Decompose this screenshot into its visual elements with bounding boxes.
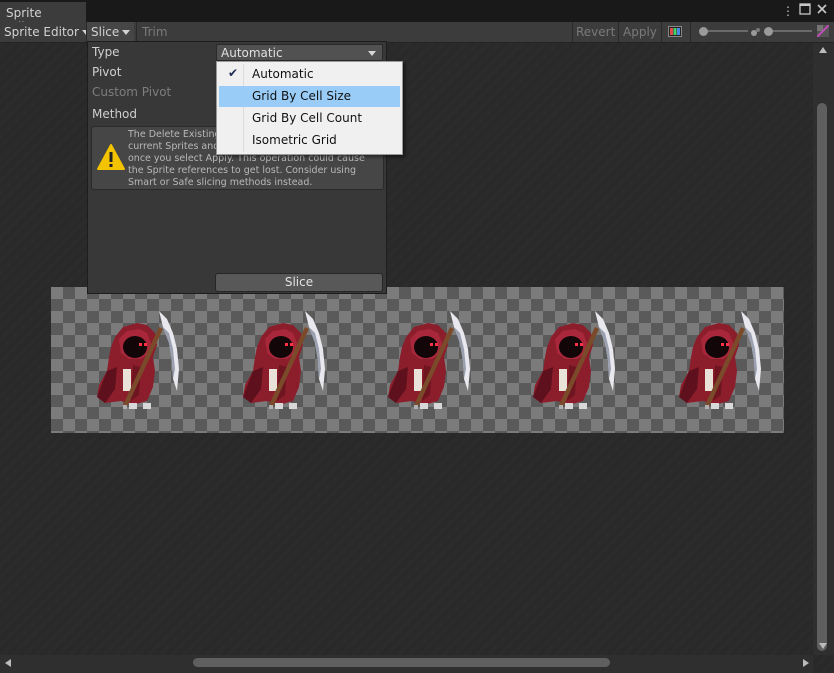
grim-reaper-sprite [97, 311, 179, 409]
color-channels-icon[interactable] [668, 26, 682, 40]
type-value: Automatic [221, 46, 283, 60]
vertical-scrollbar[interactable] [813, 43, 834, 655]
window-tab-bar: Sprite Editor ⋮ [0, 0, 834, 34]
check-icon: ✔ [228, 66, 239, 80]
warning-text-line: Smart or Safe slicing methods instead. [128, 177, 313, 188]
menu-item-label: Automatic [252, 67, 314, 81]
mipmap-icon [751, 26, 761, 40]
slice-button[interactable]: Slice [215, 273, 383, 292]
toolbar-divider [690, 22, 691, 42]
type-dropdown-menu: ✔ Automatic Grid By Cell Size Grid By Ce… [216, 61, 403, 155]
menu-item-grid-by-cell-count[interactable]: Grid By Cell Count [219, 108, 400, 129]
window-tab[interactable]: Sprite Editor [0, 2, 86, 34]
close-icon[interactable] [814, 3, 830, 19]
zoom-slider-handle[interactable] [764, 27, 773, 36]
grim-reaper-sprite [243, 311, 325, 409]
scroll-down-arrow-icon[interactable] [819, 643, 827, 649]
menu-item-automatic[interactable]: ✔ Automatic [219, 64, 400, 85]
slice-label: Slice [91, 25, 120, 39]
horizontal-scrollbar[interactable] [0, 655, 813, 673]
alpha-slider-track[interactable] [703, 30, 748, 32]
grim-reaper-sprite [679, 311, 761, 409]
horizontal-scroll-thumb[interactable] [193, 658, 610, 667]
grim-reaper-sprite [388, 311, 470, 409]
grim-reaper-sprite [533, 311, 615, 409]
alpha-icon[interactable] [816, 24, 830, 40]
custom-pivot-label: Custom Pivot [92, 85, 172, 99]
type-label: Type [92, 45, 120, 59]
toolbar: Sprite Editor Slice Trim Revert Apply [0, 22, 834, 43]
type-select[interactable]: Automatic [216, 44, 383, 61]
apply-button[interactable]: Apply [619, 22, 661, 42]
trim-button[interactable]: Trim [138, 22, 172, 42]
sprite-sheet[interactable] [51, 287, 784, 433]
menu-item-isometric-grid[interactable]: Isometric Grid [219, 130, 400, 151]
menu-item-grid-by-cell-size[interactable]: Grid By Cell Size [219, 86, 400, 107]
more-vert-icon[interactable]: ⋮ [780, 3, 796, 19]
pivot-label: Pivot [92, 65, 122, 79]
alpha-slider-handle[interactable] [699, 27, 708, 36]
maximize-icon[interactable] [797, 3, 813, 19]
scroll-up-arrow-icon[interactable] [819, 47, 827, 53]
method-label: Method [92, 107, 138, 121]
toolbar-divider [136, 22, 137, 42]
menu-item-label: Grid By Cell Size [252, 89, 352, 103]
warning-icon [96, 143, 126, 171]
scroll-right-arrow-icon[interactable] [803, 659, 809, 667]
warning-text-line: the Sprite references to get lost. Consi… [128, 165, 356, 176]
mode-dropdown[interactable]: Sprite Editor [0, 22, 94, 42]
slice-dropdown[interactable]: Slice [87, 22, 135, 42]
chevron-down-icon [368, 51, 376, 56]
vertical-scroll-thumb[interactable] [817, 103, 827, 651]
chevron-down-icon [122, 30, 131, 35]
toolbar-divider [661, 22, 662, 42]
menu-item-label: Grid By Cell Count [252, 111, 363, 125]
scroll-left-arrow-icon[interactable] [5, 659, 11, 667]
revert-button[interactable]: Revert [572, 22, 619, 42]
menu-item-label: Isometric Grid [252, 133, 337, 147]
mode-label: Sprite Editor [4, 25, 79, 39]
